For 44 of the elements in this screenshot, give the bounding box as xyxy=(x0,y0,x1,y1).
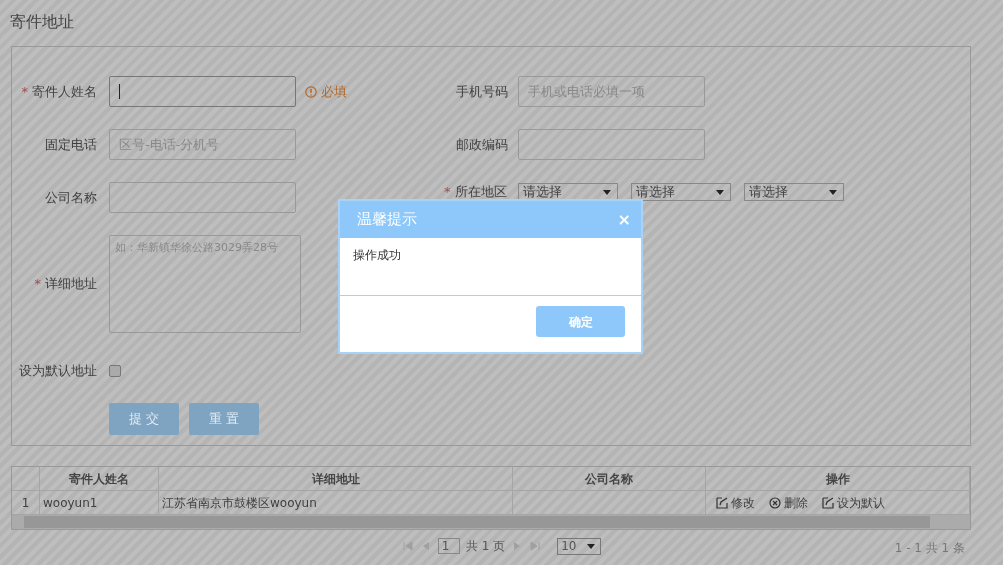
reset-button[interactable]: 重 置 xyxy=(189,402,259,435)
dropdown[interactable]: 请选择 xyxy=(631,182,731,201)
warning-icon xyxy=(305,85,317,98)
field-label: 手机号码 xyxy=(456,83,508,99)
delete-icon xyxy=(769,496,781,509)
input-field[interactable] xyxy=(518,129,705,160)
column-header: 详细地址 xyxy=(159,467,513,490)
row-number: 1 xyxy=(12,491,40,514)
edit-link[interactable]: 修改 xyxy=(716,493,755,512)
dialog-title: 温馨提示 xyxy=(357,209,417,231)
input-field[interactable] xyxy=(109,182,296,213)
submit-button[interactable]: 提 交 xyxy=(109,402,179,435)
required-mark: * xyxy=(34,276,41,292)
edit-icon xyxy=(822,496,834,509)
input-field[interactable] xyxy=(109,76,296,107)
field-label: 所在地区 xyxy=(454,184,507,199)
field-label: 寄件人姓名 xyxy=(32,83,97,99)
column-header: 寄件人姓名 xyxy=(40,467,159,490)
column-header: 操作 xyxy=(706,467,970,490)
column-header: 公司名称 xyxy=(513,467,706,490)
last-page-icon xyxy=(529,540,542,552)
dropdown[interactable]: 请选择 xyxy=(744,182,844,201)
page-input[interactable]: 1 xyxy=(437,538,460,554)
required-mark: * xyxy=(21,83,28,99)
edit-link[interactable]: 设为默认 xyxy=(822,493,885,512)
page-size-dropdown[interactable]: 10 xyxy=(557,537,602,555)
checkbox[interactable] xyxy=(109,364,121,377)
field-label: 详细地址 xyxy=(45,276,97,292)
edit-icon xyxy=(716,496,728,509)
field-label: 固定电话 xyxy=(45,136,97,152)
page-title: 寄件地址 xyxy=(9,11,75,33)
table-cell: wooyun1 xyxy=(40,491,159,514)
field-label: 公司名称 xyxy=(45,189,97,205)
dialog-message: 操作成功 xyxy=(353,248,401,262)
table-cell: 江苏省南京市鼓楼区wooyun xyxy=(159,491,513,514)
required-mark: * xyxy=(444,184,451,199)
delete-link[interactable]: 删除 xyxy=(769,493,808,512)
scrollbar[interactable] xyxy=(12,515,970,529)
field-label: 邮政编码 xyxy=(456,136,508,152)
record-summary: 1 - 1 共 1 条 xyxy=(894,540,965,557)
required-hint: 必填 xyxy=(321,82,347,101)
page-count: 共 1 页 xyxy=(465,538,506,555)
field-label: 设为默认地址 xyxy=(19,363,97,378)
first-page-icon xyxy=(401,540,414,552)
